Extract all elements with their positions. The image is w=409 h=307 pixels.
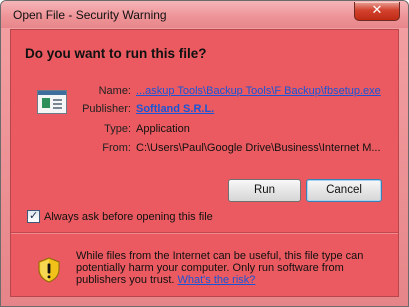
window-title: Open File - Security Warning (13, 8, 167, 22)
cancel-button[interactable]: Cancel (306, 179, 382, 202)
publisher-label: Publisher: (82, 103, 131, 115)
file-name-link[interactable]: ...askup Tools\Backup Tools\F Backup\fbs… (136, 83, 394, 99)
security-shield-icon (38, 257, 60, 283)
from-row: From: C:\Users\Paul\Google Drive\Busines… (11, 140, 398, 156)
type-row: Type: Application (11, 121, 398, 137)
type-value: Application (136, 123, 190, 135)
type-label: Type: (104, 123, 131, 135)
close-icon: ✕ (371, 3, 383, 18)
divider (11, 232, 398, 233)
security-warning-window: Open File - Security Warning ✕ Do you wa… (0, 0, 409, 307)
name-row: Name: ...askup Tools\Backup Tools\F Back… (11, 83, 398, 99)
title-bar[interactable]: Open File - Security Warning ✕ (1, 1, 408, 28)
always-ask-label[interactable]: Always ask before opening this file (44, 210, 213, 224)
dialog-heading: Do you want to run this file? (25, 46, 207, 61)
publisher-link[interactable]: Softland S.R.L. (136, 103, 214, 115)
publisher-row: Publisher: Softland S.R.L. (11, 101, 398, 117)
close-button[interactable]: ✕ (354, 2, 400, 21)
from-label: From: (102, 142, 131, 154)
dialog-content: Do you want to run this file? Name: ...a… (10, 29, 399, 297)
checkmark-icon: ✓ (29, 209, 39, 222)
name-label: Name: (98, 85, 131, 97)
whats-the-risk-link[interactable]: What's the risk? (178, 274, 256, 286)
from-value: C:\Users\Paul\Google Drive\Business\Inte… (136, 142, 381, 154)
run-button[interactable]: Run (228, 179, 301, 202)
warning-message: While files from the Internet can be use… (76, 250, 381, 286)
always-ask-checkbox[interactable]: ✓ (27, 209, 40, 223)
